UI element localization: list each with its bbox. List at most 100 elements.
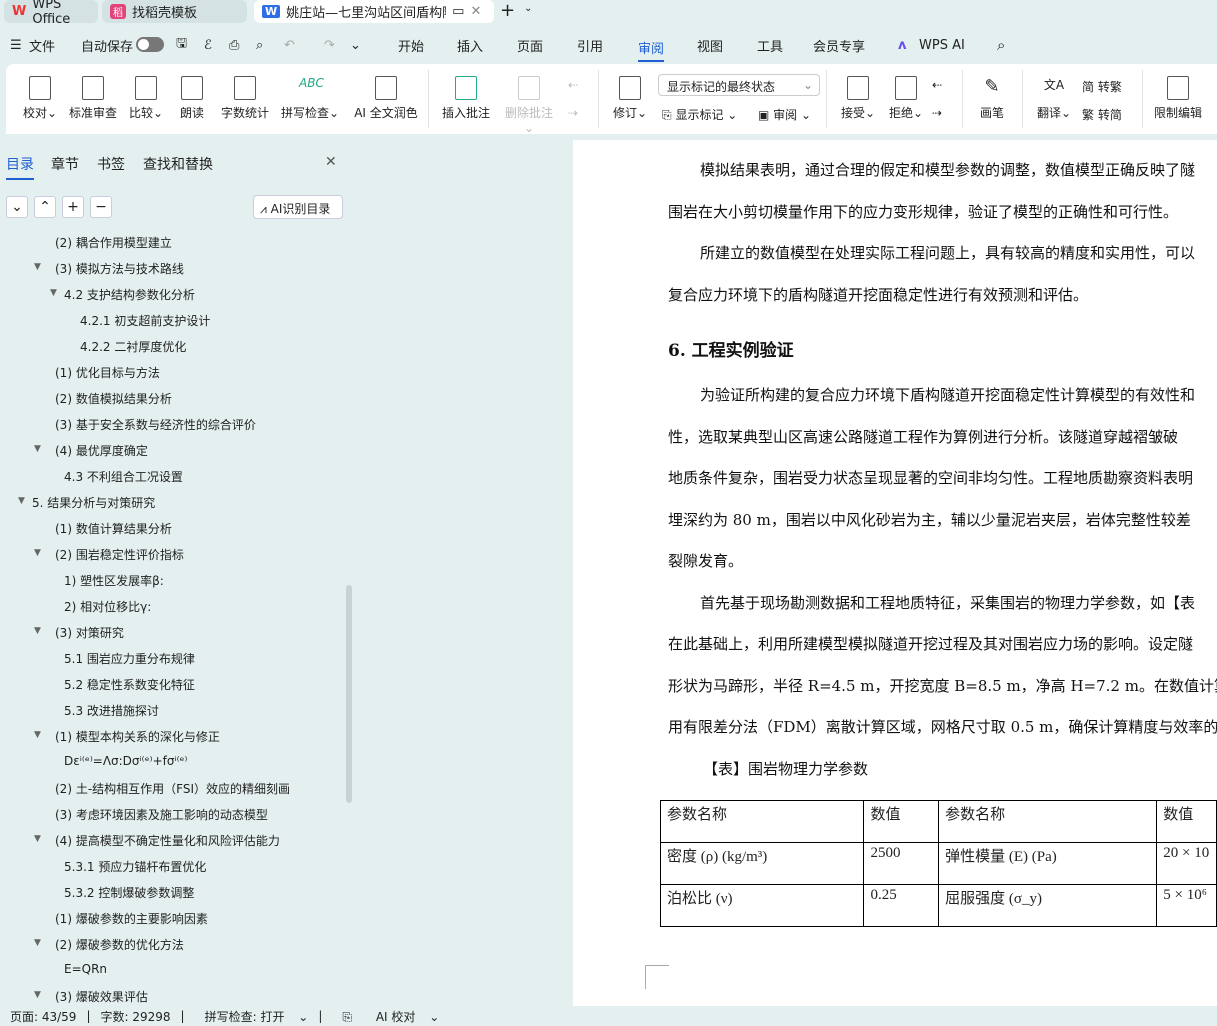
expand-arrow-icon[interactable]: ▼	[34, 444, 41, 454]
read-aloud-button[interactable]: 朗读	[176, 76, 208, 121]
tab-document[interactable]: W 姚庄站—七里沟站区间盾构隧 ▭ ✕	[254, 0, 494, 23]
tab-list-chevron-icon[interactable]: ⌄	[524, 3, 532, 14]
markup-display-select[interactable]: 显示标记的最终状态 ⌄	[658, 74, 820, 96]
toc-item[interactable]: (3) 对策研究	[55, 624, 124, 641]
expand-arrow-icon[interactable]: ▼	[34, 548, 41, 558]
menu-member[interactable]: 会员专享	[813, 36, 865, 55]
accept-button[interactable]: 接受⌄	[838, 76, 878, 121]
toc-item[interactable]: (2) 爆破参数的优化方法	[55, 936, 184, 953]
toc-item[interactable]: 4.2.1 初支超前支护设计	[80, 312, 210, 329]
expand-arrow-icon[interactable]: ▼	[18, 496, 25, 506]
tab-toc[interactable]: 目录	[6, 154, 34, 180]
ai-proof-status[interactable]: ⎘ AI 校对 ⌄	[332, 1008, 439, 1025]
collapse-button[interactable]: ⌄	[6, 196, 28, 218]
restrict-edit-button[interactable]: 限制编辑	[1152, 76, 1204, 121]
new-tab-button[interactable]: +	[500, 0, 515, 21]
spell-check-button[interactable]: ABC 拼写检查⌄	[280, 76, 340, 121]
expand-arrow-icon[interactable]: ▼	[34, 990, 41, 1000]
menu-page[interactable]: 页面	[517, 36, 543, 55]
toc-item[interactable]: 5.3.2 控制爆破参数调整	[64, 884, 194, 901]
tab-chapters[interactable]: 章节	[51, 154, 79, 174]
word-count-button[interactable]: 字数统计	[218, 76, 272, 121]
toc-item[interactable]: 5.3 改进措施探讨	[64, 702, 159, 719]
toc-item[interactable]: (2) 耦合作用模型建立	[55, 234, 172, 251]
demote-button[interactable]: −	[90, 196, 112, 218]
expand-up-button[interactable]: ⌃	[34, 196, 56, 218]
track-changes-button[interactable]: 修订⌄	[610, 76, 650, 121]
tab-wps-office[interactable]: W WPS Office	[4, 0, 98, 27]
print-icon[interactable]: ⎙	[229, 38, 239, 53]
toc-item[interactable]: (4) 最优厚度确定	[55, 442, 148, 459]
toc-item[interactable]: (3) 模拟方法与技术路线	[55, 260, 184, 277]
toc-item[interactable]: E=QRn	[64, 962, 107, 976]
toc-item[interactable]: (1) 优化目标与方法	[55, 364, 160, 381]
pen-button[interactable]: ✎ 画笔	[974, 76, 1010, 121]
menu-tools[interactable]: 工具	[757, 36, 783, 55]
toc-item[interactable]: 1) 塑性区发展率β:	[64, 572, 164, 589]
toc-item[interactable]: 5. 结果分析与对策研究	[32, 494, 155, 511]
toc-item[interactable]: (1) 模型本构关系的深化与修正	[55, 728, 220, 745]
autosave-toggle[interactable]	[136, 37, 164, 52]
print-preview-icon[interactable]: ⌕	[256, 38, 263, 53]
toc-item[interactable]: 4.2.2 二衬厚度优化	[80, 338, 186, 355]
more-chevron-icon[interactable]: ⌄	[350, 38, 361, 53]
menu-start[interactable]: 开始	[398, 36, 424, 55]
toc-item[interactable]: 2) 相对位移比γ:	[64, 598, 151, 615]
toc-item[interactable]: (3) 爆破效果评估	[55, 988, 148, 1005]
toc-item[interactable]: (1) 爆破参数的主要影响因素	[55, 910, 208, 927]
save-icon[interactable]: 🖫	[176, 34, 187, 56]
toc-item[interactable]: 4.3 不利组合工况设置	[64, 468, 183, 485]
ai-polish-button[interactable]: AI 全文润色	[348, 76, 424, 121]
format-painter-icon[interactable]: ℰ	[204, 38, 212, 53]
toc-item[interactable]: 5.2 稳定性系数变化特征	[64, 676, 195, 693]
page-indicator[interactable]: 页面: 43/59	[10, 1008, 76, 1025]
proof-button[interactable]: 校对⌄	[20, 76, 60, 121]
expand-arrow-icon[interactable]: ▼	[34, 834, 41, 844]
close-pane-icon[interactable]: ✕	[325, 154, 337, 170]
to-simplified-button[interactable]: 繁 转简	[1082, 106, 1122, 123]
toc-item[interactable]: 5.3.1 预应力锚杆布置优化	[64, 858, 206, 875]
tab-find-replace[interactable]: 查找和替换	[143, 154, 213, 174]
close-tab-icon[interactable]: ✕	[470, 4, 481, 19]
expand-arrow-icon[interactable]: ▼	[34, 262, 41, 272]
expand-arrow-icon[interactable]: ▼	[34, 626, 41, 636]
toc-item[interactable]: (2) 土-结构相互作用（FSI）效应的精细刻画	[55, 780, 290, 797]
expand-arrow-icon[interactable]: ▼	[34, 938, 41, 948]
insert-comment-button[interactable]: 插入批注	[440, 76, 492, 121]
menu-review[interactable]: 审阅	[638, 38, 665, 62]
promote-button[interactable]: +	[62, 196, 84, 218]
show-marks-button[interactable]: ⎘ 显示标记 ⌄	[662, 106, 737, 123]
translate-button[interactable]: 文A 翻译⌄	[1034, 76, 1074, 121]
toc-item[interactable]: (3) 基于安全系数与经济性的综合评价	[55, 416, 256, 433]
prev-comment-icon[interactable]: ⇠	[568, 78, 578, 92]
prev-change-icon[interactable]: ⇠	[932, 78, 942, 92]
toc-item[interactable]: Dεⁱ⁽ᵉ⁾=Λσ:Dσⁱ⁽ᵉ⁾+fσⁱ⁽ᵉ⁾	[64, 754, 188, 768]
toc-item[interactable]: (1) 数值计算结果分析	[55, 520, 172, 537]
search-icon[interactable]: ⌕	[997, 36, 1005, 54]
review-pane-button[interactable]: ▣ 审阅 ⌄	[758, 106, 811, 123]
toc-item[interactable]: (3) 考虑环境因素及施工影响的动态模型	[55, 806, 268, 823]
menu-icon[interactable]: ☰	[10, 38, 22, 53]
reject-button[interactable]: 拒绝⌄	[886, 76, 926, 121]
monitor-icon[interactable]: ▭	[452, 4, 464, 19]
next-comment-icon[interactable]: ⇢	[568, 106, 578, 120]
tab-templates[interactable]: 稻找稻壳模板	[102, 0, 247, 23]
menu-view[interactable]: 视图	[697, 36, 723, 55]
menu-reference[interactable]: 引用	[577, 36, 603, 55]
compare-button[interactable]: 比较⌄	[126, 76, 166, 121]
toc-item[interactable]: (2) 围岩稳定性评价指标	[55, 546, 184, 563]
undo-icon[interactable]: ↶	[284, 38, 295, 53]
redo-icon[interactable]: ↷	[324, 38, 335, 53]
standard-review-button[interactable]: 标准审查	[68, 76, 118, 121]
toc-item[interactable]: 5.1 围岩应力重分布规律	[64, 650, 195, 667]
toc-item[interactable]: (4) 提高模型不确定性量化和风险评估能力	[55, 832, 280, 849]
toc-scrollbar[interactable]	[346, 585, 352, 803]
file-menu[interactable]: 文件	[29, 36, 55, 55]
spell-check-status[interactable]: 拼写检查: 打开 ⌄	[195, 1008, 309, 1025]
ai-toc-button[interactable]: ⩘ AI识别目录	[253, 195, 343, 219]
toc-item[interactable]: (2) 数值模拟结果分析	[55, 390, 172, 407]
delete-comment-button[interactable]: 删除批注⌄	[500, 76, 558, 135]
toc-item[interactable]: 4.2 支护结构参数化分析	[64, 286, 195, 303]
to-traditional-button[interactable]: 简 转繁	[1082, 78, 1122, 95]
word-count[interactable]: 字数: 29298	[101, 1008, 171, 1025]
